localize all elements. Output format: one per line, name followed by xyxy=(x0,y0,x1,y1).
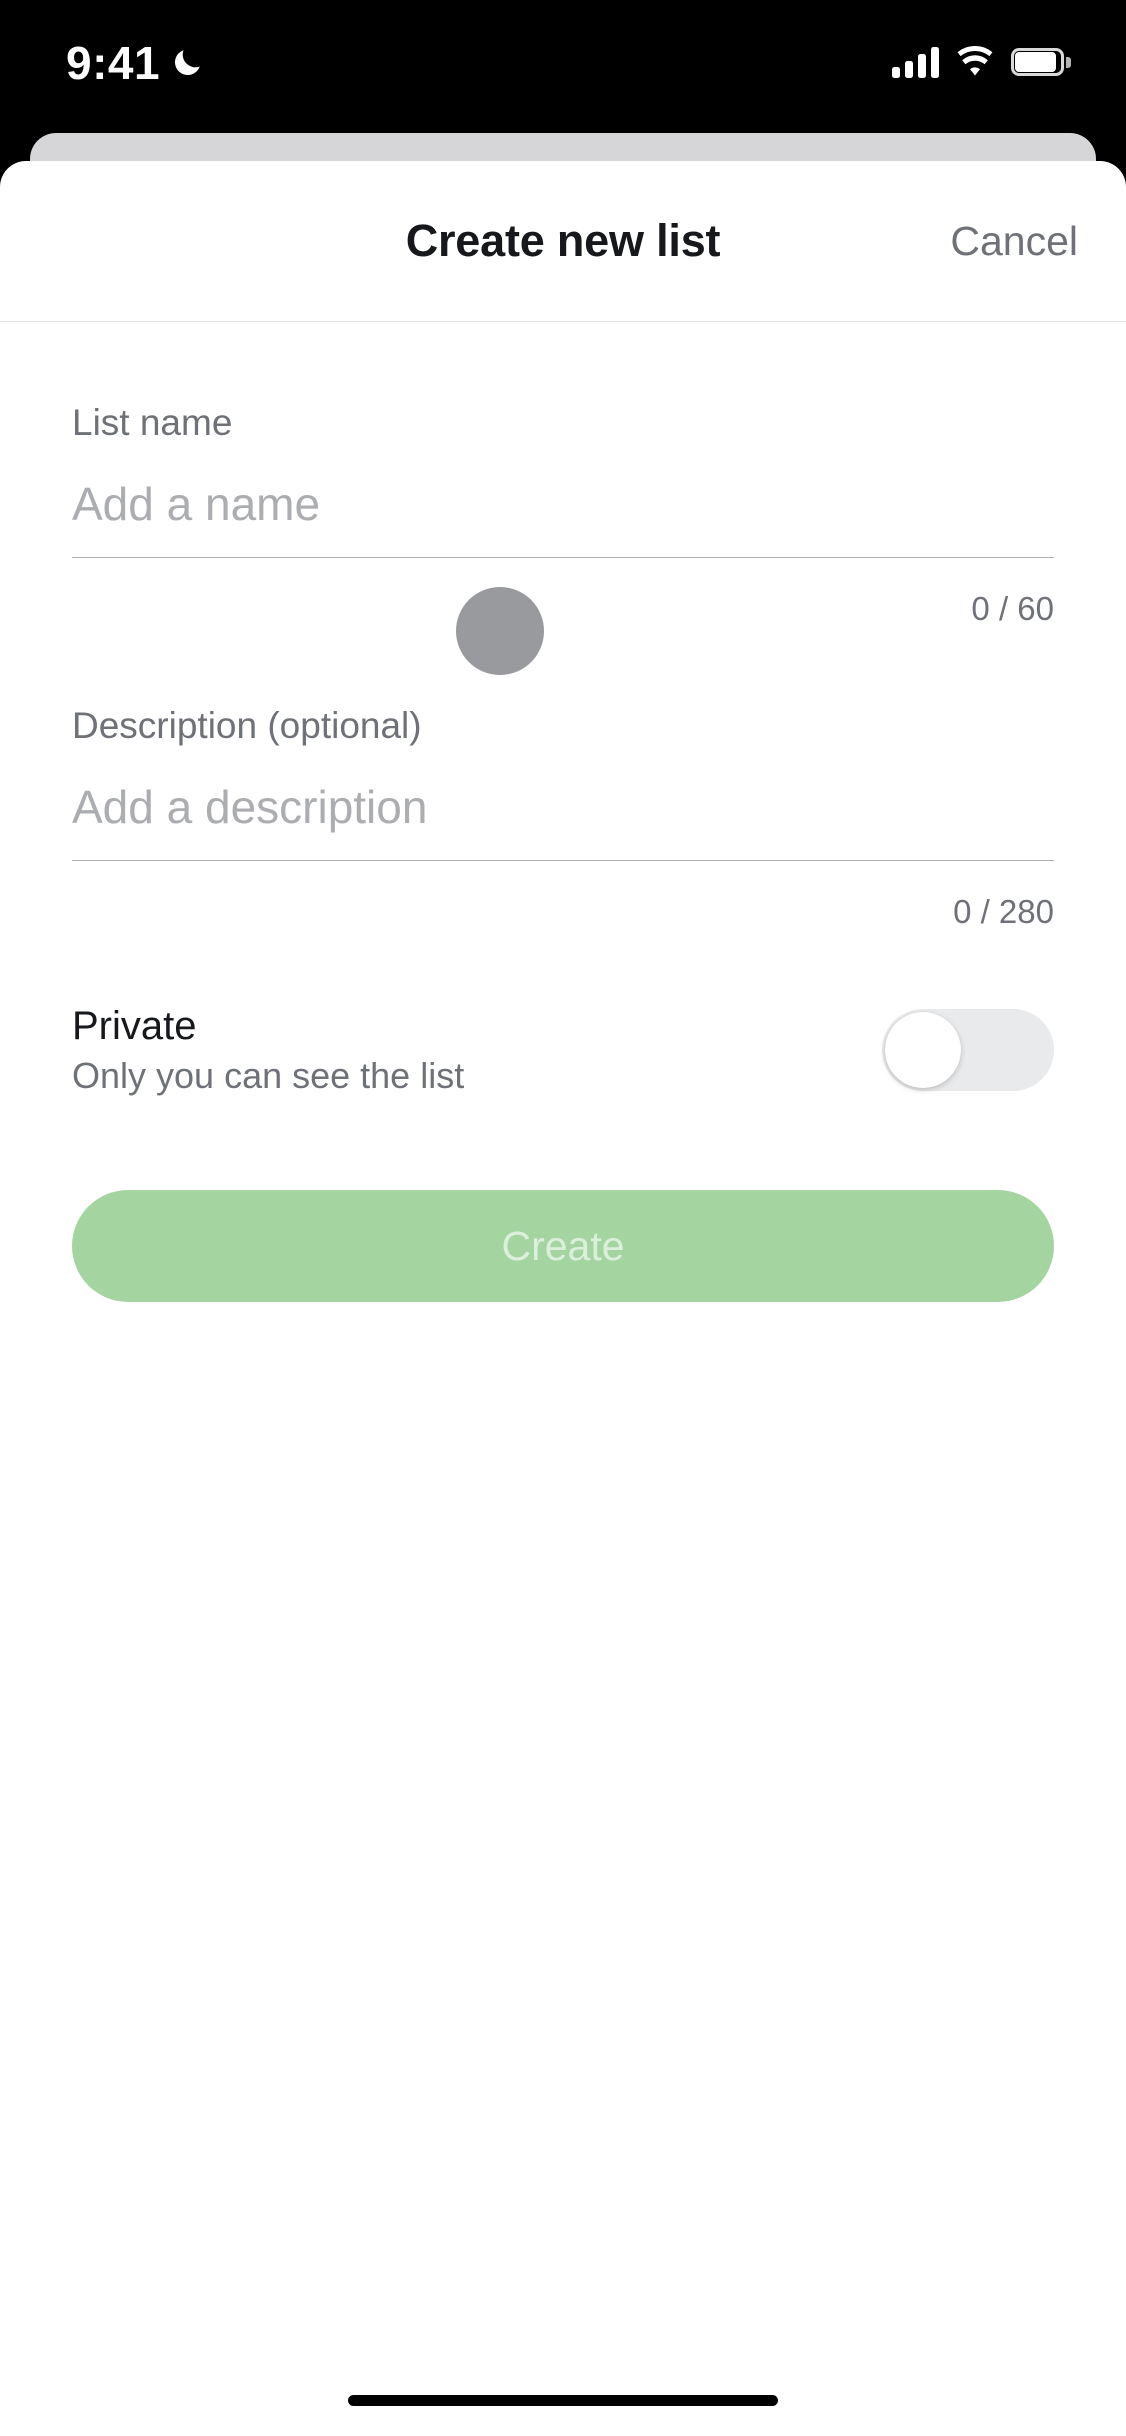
phone-screen: 9:41 Create new list Cancel List name Ad… xyxy=(0,0,1126,2436)
status-bar-clock: 9:41 xyxy=(66,37,161,89)
description-input[interactable] xyxy=(72,744,1054,860)
cancel-button[interactable]: Cancel xyxy=(950,218,1078,265)
cellular-signal-icon xyxy=(892,46,939,78)
do-not-disturb-moon-icon xyxy=(175,50,200,76)
description-underline xyxy=(72,860,1054,861)
list-name-label: List name xyxy=(72,402,233,443)
description-counter: 0 / 280 xyxy=(953,893,1054,930)
private-setting-texts: Private Only you can see the list xyxy=(72,1006,464,1094)
status-bar: 9:41 xyxy=(0,0,1126,133)
status-bar-left: 9:41 xyxy=(66,40,204,86)
create-list-sheet: Create new list Cancel List name 0 / 60 … xyxy=(0,161,1126,2436)
private-toggle[interactable] xyxy=(882,1009,1054,1091)
private-toggle-knob xyxy=(885,1012,961,1088)
description-label: Description (optional) xyxy=(72,705,422,746)
list-name-field-block: List name 0 / 60 xyxy=(72,322,1054,675)
private-label: Private xyxy=(72,1004,197,1048)
wifi-icon xyxy=(957,46,993,76)
description-field-block: Description (optional) 0 / 280 xyxy=(72,625,1054,928)
sheet-header: Create new list Cancel xyxy=(0,161,1126,322)
home-indicator xyxy=(348,2395,778,2406)
status-bar-right xyxy=(892,46,1071,78)
list-name-input[interactable] xyxy=(72,441,1054,557)
private-setting-row: Private Only you can see the list xyxy=(72,928,1054,1094)
battery-icon xyxy=(1011,48,1071,76)
create-button[interactable]: Create xyxy=(72,1190,1054,1302)
list-name-counter: 0 / 60 xyxy=(971,590,1054,627)
form-body: List name 0 / 60 Description (optional) … xyxy=(0,322,1126,1302)
private-description: Only you can see the list xyxy=(72,1055,465,1096)
list-name-underline xyxy=(72,557,1054,558)
